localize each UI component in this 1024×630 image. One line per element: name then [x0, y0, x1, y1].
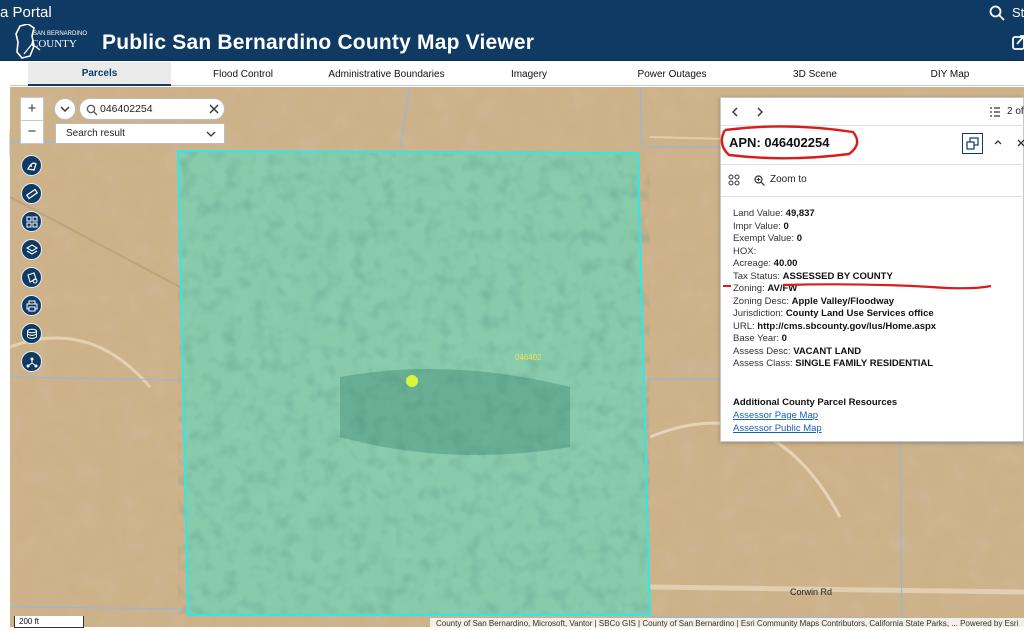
portal-title: a Portal	[0, 4, 52, 21]
zoom-in-button[interactable]: +	[21, 98, 43, 121]
grid-button[interactable]	[21, 211, 42, 232]
parcel-location-marker	[406, 375, 418, 387]
basemap-button[interactable]	[21, 155, 42, 176]
tab-3d-scene[interactable]: 3D Scene	[744, 62, 886, 86]
tab-bar: Parcels Flood Control Administrative Bou…	[10, 62, 1024, 86]
road-label: Corwin Rd	[790, 587, 833, 597]
assessor-public-map-link[interactable]: Assessor Public Map	[733, 423, 822, 434]
map-attribution: County of San Bernardino, Microsoft, Van…	[430, 618, 1024, 630]
layers-icon	[26, 244, 38, 255]
field-jurisdiction: Jurisdiction: County Land Use Services o…	[733, 308, 934, 319]
chevron-left-icon[interactable]	[730, 107, 740, 117]
chevron-right-icon[interactable]	[755, 107, 765, 117]
zoom-out-button[interactable]: −	[21, 121, 43, 144]
data-button[interactable]	[21, 323, 42, 344]
portal-bar: a Portal St	[0, 0, 1024, 25]
scale-bar: 200 ft	[14, 616, 84, 628]
field-assess-desc: Assess Desc: VACANT LAND	[733, 345, 862, 357]
field-assess-class: Assess Class: SINGLE FAMILY RESIDENTIAL	[733, 358, 934, 369]
dock-button[interactable]	[962, 133, 983, 154]
search-collapse-button[interactable]	[54, 98, 76, 120]
close-icon[interactable]	[208, 103, 220, 115]
draw-icon	[27, 272, 38, 284]
red-annotation-dash	[723, 285, 731, 287]
field-base-year: Base Year: 0	[733, 333, 787, 344]
tab-flood-control[interactable]: Flood Control	[171, 62, 315, 86]
search-result-label: Search result	[66, 128, 125, 139]
field-hox: HOX:	[733, 245, 757, 257]
layers-button[interactable]	[21, 239, 42, 260]
search-icon	[86, 104, 98, 116]
zoom-to-icon	[754, 175, 765, 186]
search-box	[79, 98, 225, 120]
field-exempt-value: Exempt Value: 0	[733, 233, 803, 244]
close-icon[interactable]	[1017, 139, 1024, 147]
tab-power-outages[interactable]: Power Outages	[600, 62, 744, 86]
print-icon	[26, 300, 38, 312]
logo-text-line1: SAN BERNARDINO	[33, 31, 88, 37]
field-url: URL: http://cms.sbcounty.gov/lus/Home.as…	[733, 320, 937, 332]
zoom-to-label: Zoom to	[770, 174, 807, 185]
divider	[721, 164, 1024, 165]
tab-diy-map[interactable]: DIY Map	[886, 62, 1014, 86]
zoom-control: + −	[20, 97, 44, 144]
chevron-up-icon[interactable]	[993, 137, 1003, 147]
app-header: SAN BERNARDINO COUNTY Public San Bernard…	[0, 24, 1024, 61]
page-title: Public San Bernardino County Map Viewer	[102, 31, 535, 54]
field-acreage: Acreage: 40.00	[733, 258, 798, 269]
chevron-down-icon	[206, 131, 216, 137]
field-zoning-desc: Zoning Desc: Apple Valley/Floodway	[733, 295, 895, 307]
field-impr-value: Impr Value: 0	[733, 220, 789, 232]
divider	[721, 196, 1024, 197]
assessor-page-map-link[interactable]: Assessor Page Map	[733, 410, 818, 421]
measure-icon	[26, 188, 38, 200]
popup-feature-count: 2 of 2	[1007, 106, 1024, 117]
dock-icon	[966, 137, 979, 150]
grid-icon	[26, 216, 38, 228]
portal-user-menu[interactable]: St	[1012, 5, 1024, 20]
search-input[interactable]	[100, 102, 200, 116]
search-result-dropdown[interactable]: Search result	[55, 123, 225, 144]
panel-toggle-handle[interactable]	[0, 130, 10, 158]
basemap-icon	[27, 162, 37, 171]
tab-administrative-boundaries[interactable]: Administrative Boundaries	[315, 62, 458, 86]
red-annotation-underline	[782, 283, 992, 290]
parcel-label: 046402	[515, 353, 542, 362]
resources-heading: Additional County Parcel Resources	[733, 397, 898, 408]
tab-imagery[interactable]: Imagery	[458, 62, 600, 86]
share-network-button[interactable]	[21, 351, 42, 372]
draw-button[interactable]	[21, 267, 42, 288]
chevron-down-icon	[60, 106, 70, 112]
print-button[interactable]	[21, 295, 42, 316]
data-icon	[27, 328, 37, 339]
field-land-value: Land Value: 49,837	[733, 208, 815, 219]
measure-button[interactable]	[21, 183, 42, 204]
list-icon[interactable]	[989, 106, 1001, 118]
search-icon[interactable]	[989, 5, 1005, 21]
popup-title: APN: 046402254	[729, 135, 830, 150]
tab-parcels[interactable]: Parcels	[28, 62, 171, 86]
feature-popup: 2 of 2 APN: 046402254 Zoom to Land Value…	[720, 97, 1024, 442]
share-network-icon	[26, 357, 38, 368]
share-icon[interactable]	[1012, 34, 1024, 50]
left-edge-strip	[0, 87, 10, 630]
logo-text-line2: COUNTY	[31, 38, 77, 50]
actions-menu-icon[interactable]	[728, 174, 740, 186]
